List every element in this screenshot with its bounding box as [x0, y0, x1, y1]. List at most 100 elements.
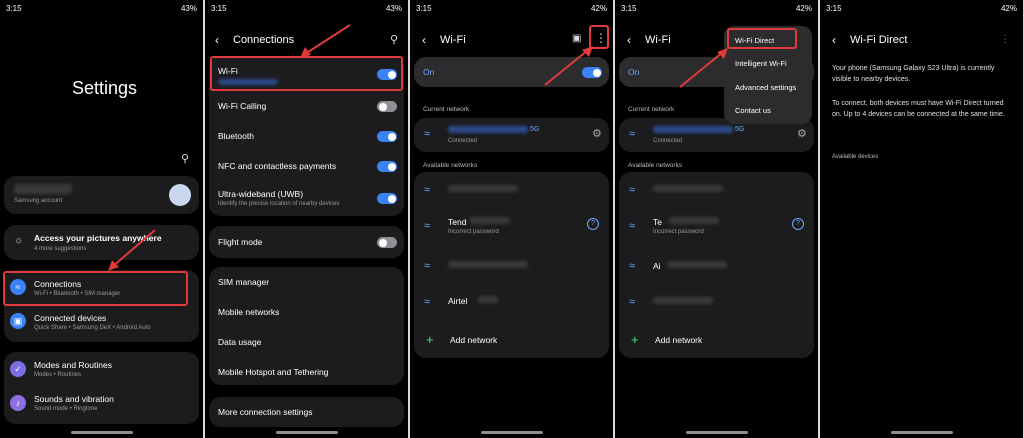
item-label: Connected devices	[34, 313, 107, 323]
wifi-signal-icon: ≈	[424, 296, 431, 308]
row-data-usage[interactable]: Data usage	[218, 337, 261, 347]
search-icon[interactable]: ⚲	[181, 152, 189, 165]
available-networks-card: ≈ ≈ Tend Incorrect password ? ≈ ≈ Airtel…	[414, 172, 609, 358]
annotation-arrow	[108, 229, 156, 271]
speaker-icon: ♪	[10, 395, 26, 411]
wifi-menu-screen: 3:15 42% ‹ Wi-Fi On Current network ≈ 5G…	[615, 0, 818, 438]
wifi-signal-icon: ≈	[629, 128, 636, 140]
network-name[interactable]: Airtel	[448, 296, 467, 306]
row-more-connection-settings[interactable]: More connection settings	[218, 407, 313, 417]
connections-screen: 3:15 43% ‹ Connections ⚲ Wi-Fi Wi-Fi Cal…	[205, 0, 408, 438]
menu-item-intelligent-wifi[interactable]: Intelligent Wi-Fi	[735, 59, 787, 68]
visibility-text: Your phone (Samsung Galaxy S23 Ultra) is…	[832, 65, 995, 83]
network-suffix: 5G	[530, 126, 540, 133]
status-time: 3:15	[826, 4, 842, 13]
status-bar: 3:15 42%	[615, 0, 818, 16]
network-name-blurred	[669, 217, 719, 224]
network-name-blurred	[653, 297, 713, 304]
network-name-blurred	[470, 217, 510, 224]
item-label: Modes and Routines	[34, 360, 112, 370]
row-label: NFC and contactless payments	[218, 161, 337, 171]
battery-level: 42%	[795, 4, 812, 13]
item-sub: Quick Share • Samsung DeX • Android Auto	[34, 325, 151, 331]
connected-label: Connected	[448, 138, 478, 144]
menu-item-advanced-settings[interactable]: Advanced settings	[735, 83, 796, 92]
page-title: Wi-Fi	[645, 34, 671, 46]
gear-icon[interactable]: ⚙	[797, 127, 807, 140]
row-label: Flight mode	[218, 237, 263, 247]
wifi-signal-icon: ≈	[424, 128, 431, 140]
wifi-signal-icon: ≈	[629, 260, 636, 272]
back-icon[interactable]: ‹	[215, 33, 219, 47]
network-name-blurred	[653, 185, 723, 192]
wifi-signal-icon: ≈	[424, 184, 431, 196]
network-name[interactable]: Tend	[448, 217, 466, 227]
annotation-arrow	[679, 48, 728, 88]
wifi-signal-icon: ≈	[629, 220, 636, 232]
back-icon[interactable]: ‹	[422, 33, 426, 47]
row-sim-manager[interactable]: SIM manager	[218, 277, 269, 287]
network-name-blurred	[667, 261, 727, 268]
network-name[interactable]: Te	[653, 217, 662, 227]
back-icon[interactable]: ‹	[832, 33, 836, 47]
suggestion-sub: 4 more suggestions	[34, 246, 87, 252]
home-indicator	[481, 431, 543, 434]
row-mobile-networks[interactable]: Mobile networks	[218, 307, 279, 317]
network-name-blurred	[653, 126, 733, 133]
page-title: Settings	[72, 78, 138, 98]
avatar[interactable]	[169, 184, 191, 206]
wifi-calling-toggle[interactable]	[377, 101, 397, 112]
highlight-box	[727, 28, 797, 49]
wifi-signal-icon: ≈	[424, 220, 431, 232]
uwb-toggle[interactable]	[377, 193, 397, 204]
bluetooth-toggle[interactable]	[377, 131, 397, 142]
connected-label: Connected	[653, 138, 683, 144]
network-name-blurred	[448, 261, 528, 268]
row-hotspot[interactable]: Mobile Hotspot and Tethering	[218, 367, 328, 377]
item-sub: Sound mode • Ringtone	[34, 406, 98, 412]
network-status: Incorrect password	[448, 229, 499, 235]
help-icon[interactable]: ?	[792, 218, 804, 230]
network-name-blurred	[448, 185, 518, 192]
flight-mode-toggle[interactable]	[377, 237, 397, 248]
search-icon[interactable]: ⚲	[390, 33, 398, 46]
wifi-signal-icon: ≈	[629, 184, 636, 196]
section-available-networks: Available networks	[423, 162, 478, 169]
section-current-network: Current network	[423, 106, 470, 113]
nfc-toggle[interactable]	[377, 161, 397, 172]
wifi-signal-icon: ≈	[424, 260, 431, 272]
network-name-blurred	[478, 296, 498, 303]
check-circle-icon: ✓	[10, 361, 26, 377]
network-status: Incorrect password	[653, 229, 704, 235]
battery-level: 42%	[590, 4, 607, 13]
section-available-networks: Available networks	[628, 162, 683, 169]
home-indicator	[71, 431, 133, 434]
page-title: Connections	[233, 34, 295, 46]
battery-level: 43%	[180, 4, 197, 13]
status-bar: 3:15 43%	[205, 0, 408, 16]
current-network-card[interactable]: ≈ 5G Connected ⚙	[414, 118, 609, 152]
status-bar: 3:15 42%	[820, 0, 1023, 16]
status-time: 3:15	[621, 4, 637, 13]
account-card[interactable]: Samsung account	[4, 176, 199, 214]
wifi-screen: 3:15 42% ‹ Wi-Fi ▣ ⋮ On Current network …	[410, 0, 613, 438]
status-bar: 3:15 43%	[0, 0, 203, 16]
battery-level: 42%	[1000, 4, 1017, 13]
section-current-network: Current network	[628, 106, 675, 113]
account-name-blurred	[14, 184, 72, 194]
connection-info-text: To connect, both devices must have Wi-Fi…	[832, 100, 1005, 118]
on-label: On	[628, 67, 640, 77]
network-name-blurred	[448, 126, 528, 133]
back-icon[interactable]: ‹	[627, 33, 631, 47]
scanning-icon: ⋮	[1000, 34, 1010, 45]
menu-item-contact-us[interactable]: Contact us	[735, 106, 771, 115]
wifi-direct-screen: 3:15 42% ‹ Wi-Fi Direct ⋮ Your phone (Sa…	[820, 0, 1023, 438]
row-sub: Identify the precise location of nearby …	[218, 201, 340, 207]
network-name[interactable]: Ai	[653, 261, 661, 271]
add-network-button[interactable]: Add network	[450, 335, 497, 345]
network-suffix: 5G	[735, 126, 745, 133]
add-network-button[interactable]: Add network	[655, 335, 702, 345]
settings-screen: 3:15 43% Settings ⚲ Samsung account ☼ Ac…	[0, 0, 203, 438]
gear-icon[interactable]: ⚙	[592, 127, 602, 140]
help-icon[interactable]: ?	[587, 218, 599, 230]
